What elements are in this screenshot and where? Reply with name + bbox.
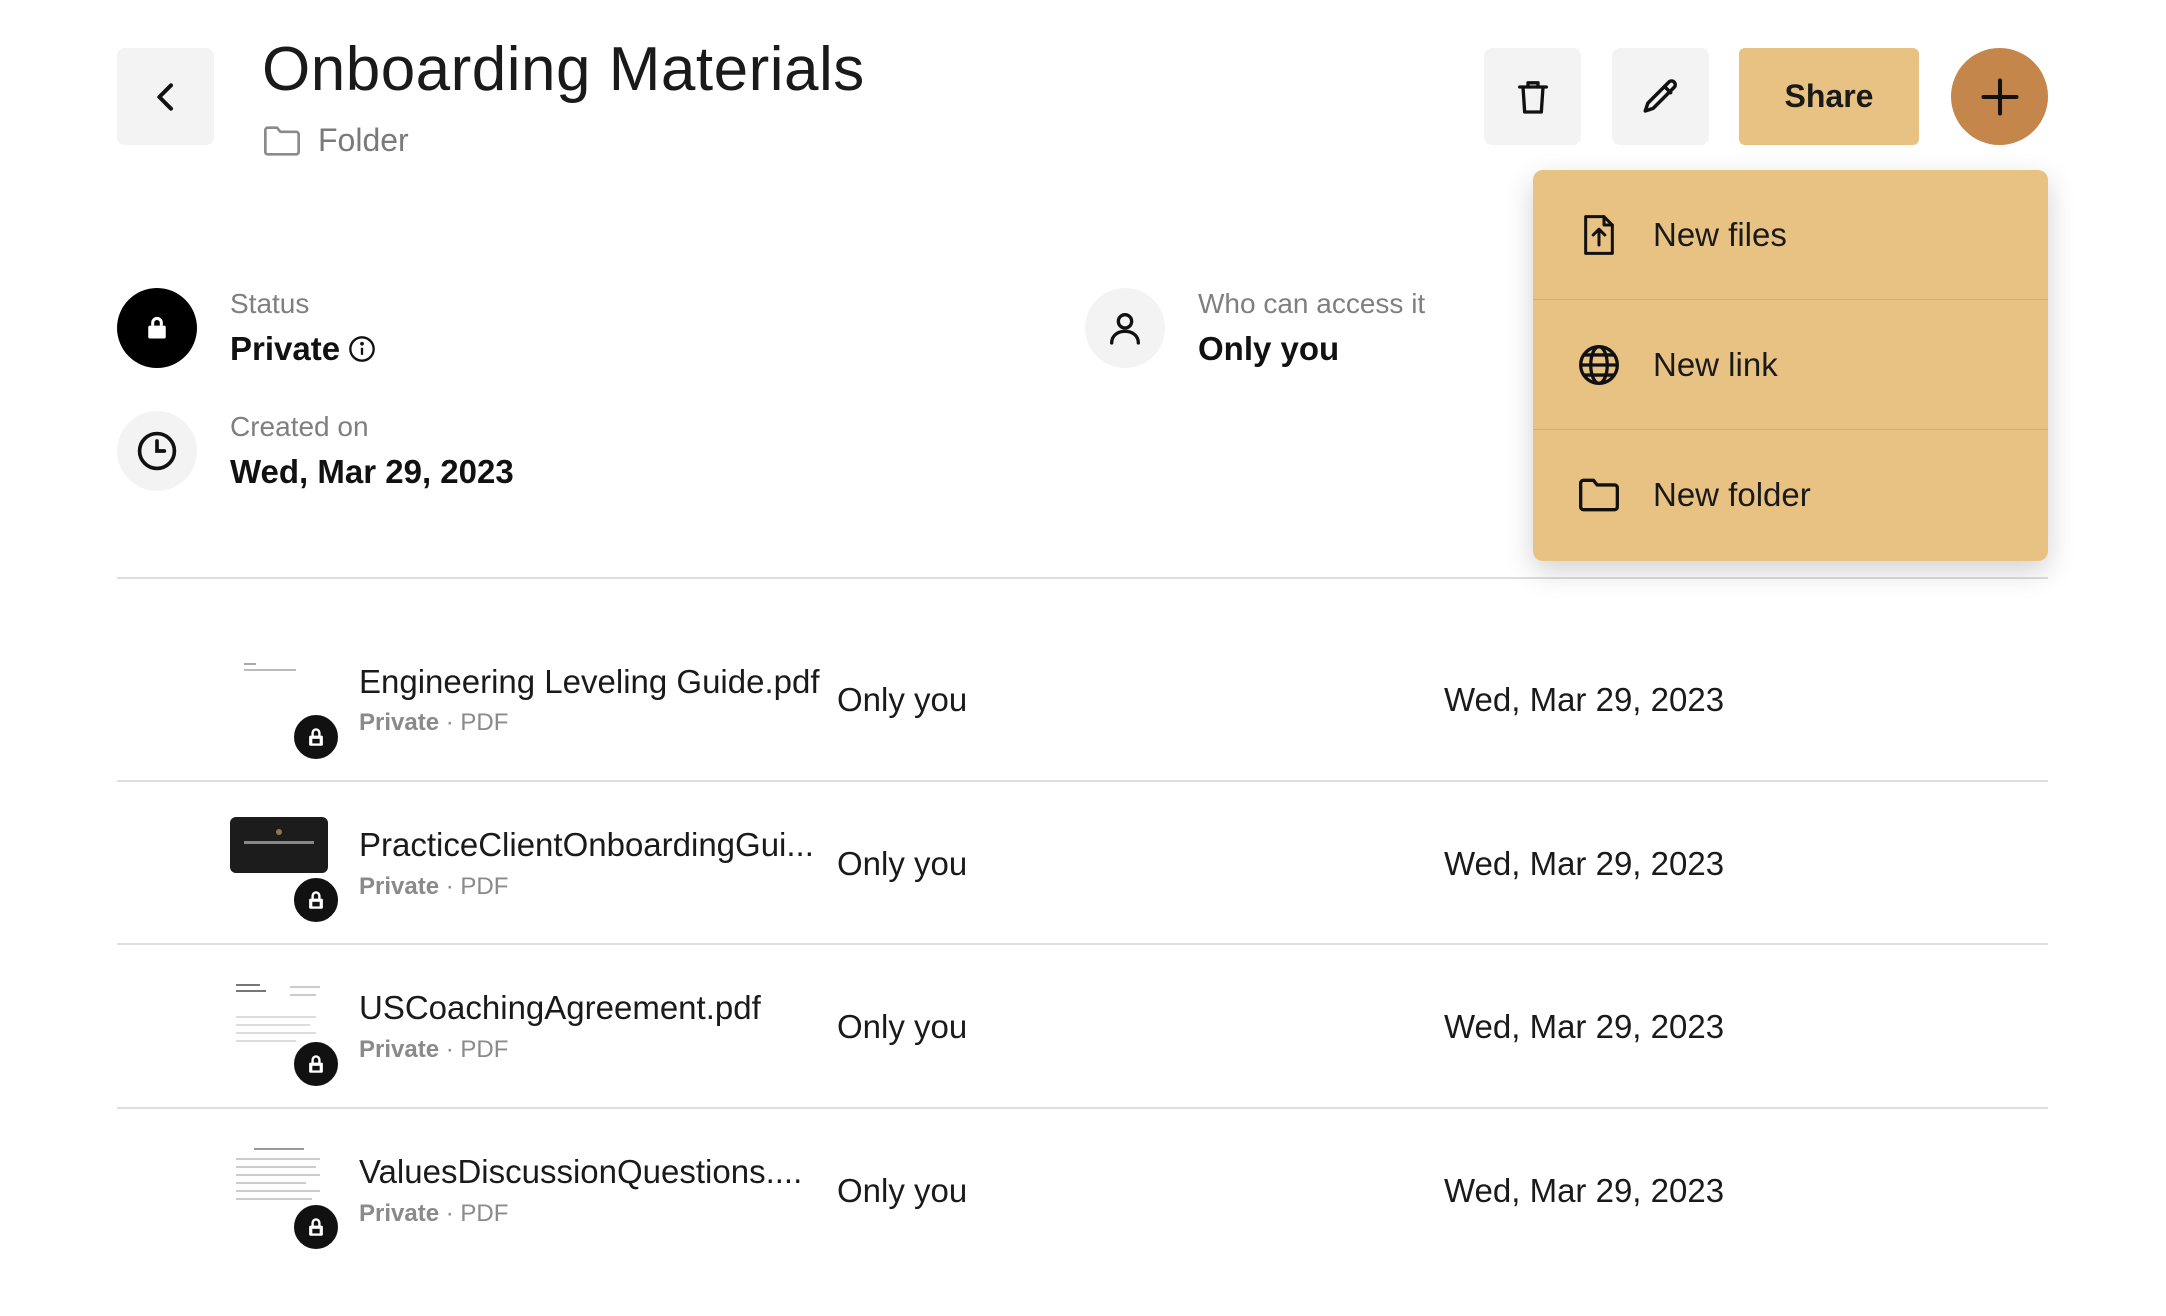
file-access: Only you [837, 845, 968, 882]
meta-separator: · [439, 1200, 461, 1227]
private-badge [291, 875, 341, 925]
info-icon[interactable] [348, 335, 376, 363]
edit-button[interactable] [1612, 48, 1709, 145]
file-name[interactable]: USCoachingAgreement.pdf [359, 989, 761, 1027]
file-row[interactable]: ValuesDiscussionQuestions.... Private · … [117, 1108, 2048, 1271]
item-type: Folder [262, 122, 409, 159]
meta-separator: · [439, 873, 461, 900]
status-value: Private [230, 330, 376, 368]
file-access: Only you [837, 1008, 968, 1045]
user-icon [1110, 313, 1140, 345]
file-thumbnail [230, 817, 328, 873]
file-upload-icon [1577, 213, 1621, 257]
file-date: Wed, Mar 29, 2023 [1444, 1172, 1725, 1209]
file-access: Only you [837, 681, 968, 718]
lock-icon [309, 891, 323, 909]
page-title: Onboarding Materials [262, 35, 865, 104]
created-label: Created on [230, 411, 369, 442]
file-date: Wed, Mar 29, 2023 [1444, 845, 1725, 882]
menu-item-new-folder[interactable]: New folder [1533, 430, 2048, 560]
file-type: PDF [460, 1200, 509, 1227]
file-meta: Private · PDF [359, 709, 508, 737]
file-privacy: Private [359, 709, 440, 736]
share-button[interactable]: Share [1739, 48, 1919, 145]
section-divider [117, 577, 2048, 579]
plus-icon [1980, 77, 2019, 116]
file-meta: Private · PDF [359, 1200, 508, 1228]
lock-icon [148, 316, 166, 339]
file-privacy: Private [359, 1200, 440, 1227]
private-badge [291, 1202, 341, 1252]
folder-icon [264, 125, 300, 156]
menu-item-new-link[interactable]: New link [1533, 300, 2048, 430]
meta-separator: · [439, 1036, 461, 1063]
file-thumbnail [230, 657, 328, 717]
lock-icon [309, 1218, 323, 1236]
add-button[interactable] [1951, 48, 2048, 145]
pencil-icon [1643, 78, 1677, 113]
file-type: PDF [460, 709, 509, 736]
menu-item-label: New link [1653, 345, 1778, 383]
delete-button[interactable] [1484, 48, 1581, 145]
file-row[interactable]: USCoachingAgreement.pdf Private · PDF On… [117, 944, 2048, 1107]
file-meta: Private · PDF [359, 873, 508, 901]
private-badge [291, 712, 341, 762]
file-row[interactable]: Engineering Leveling Guide.pdf Private ·… [117, 617, 2048, 780]
file-type: PDF [460, 873, 509, 900]
globe-icon [1577, 343, 1621, 387]
file-access: Only you [837, 1172, 968, 1209]
file-date: Wed, Mar 29, 2023 [1444, 681, 1725, 718]
file-date: Wed, Mar 29, 2023 [1444, 1008, 1725, 1045]
status-value-text: Private [230, 330, 341, 367]
meta-separator: · [439, 709, 461, 736]
created-value: Wed, Mar 29, 2023 [230, 453, 514, 490]
lock-icon [309, 1055, 323, 1073]
item-type-label: Folder [318, 122, 409, 158]
access-label: Who can access it [1198, 288, 1426, 319]
private-badge [291, 1039, 341, 1089]
new-item-menu: New files New link New folder [1533, 170, 2048, 561]
back-button[interactable] [117, 48, 214, 145]
created-icon-circle [117, 411, 197, 491]
file-meta: Private · PDF [359, 1036, 508, 1064]
status-label: Status [230, 288, 310, 319]
file-privacy: Private [359, 873, 440, 900]
lock-icon [309, 728, 323, 746]
menu-item-label: New folder [1653, 476, 1811, 513]
file-name[interactable]: Engineering Leveling Guide.pdf [359, 663, 820, 701]
menu-item-new-files[interactable]: New files [1533, 170, 2048, 300]
file-name[interactable]: PracticeClientOnboardingGui... [359, 826, 814, 864]
status-icon-circle [117, 288, 197, 368]
chevron-left-icon [156, 82, 173, 111]
file-name[interactable]: ValuesDiscussionQuestions.... [359, 1153, 802, 1191]
clock-icon [137, 431, 177, 471]
file-type: PDF [460, 1036, 509, 1063]
file-privacy: Private [359, 1036, 440, 1063]
trash-icon [1517, 80, 1548, 114]
folder-icon [1577, 473, 1621, 517]
access-value: Only you [1198, 330, 1340, 367]
access-icon-circle [1085, 288, 1165, 368]
file-row[interactable]: PracticeClientOnboardingGui... Private ·… [117, 781, 2048, 944]
menu-item-label: New files [1653, 215, 1787, 253]
